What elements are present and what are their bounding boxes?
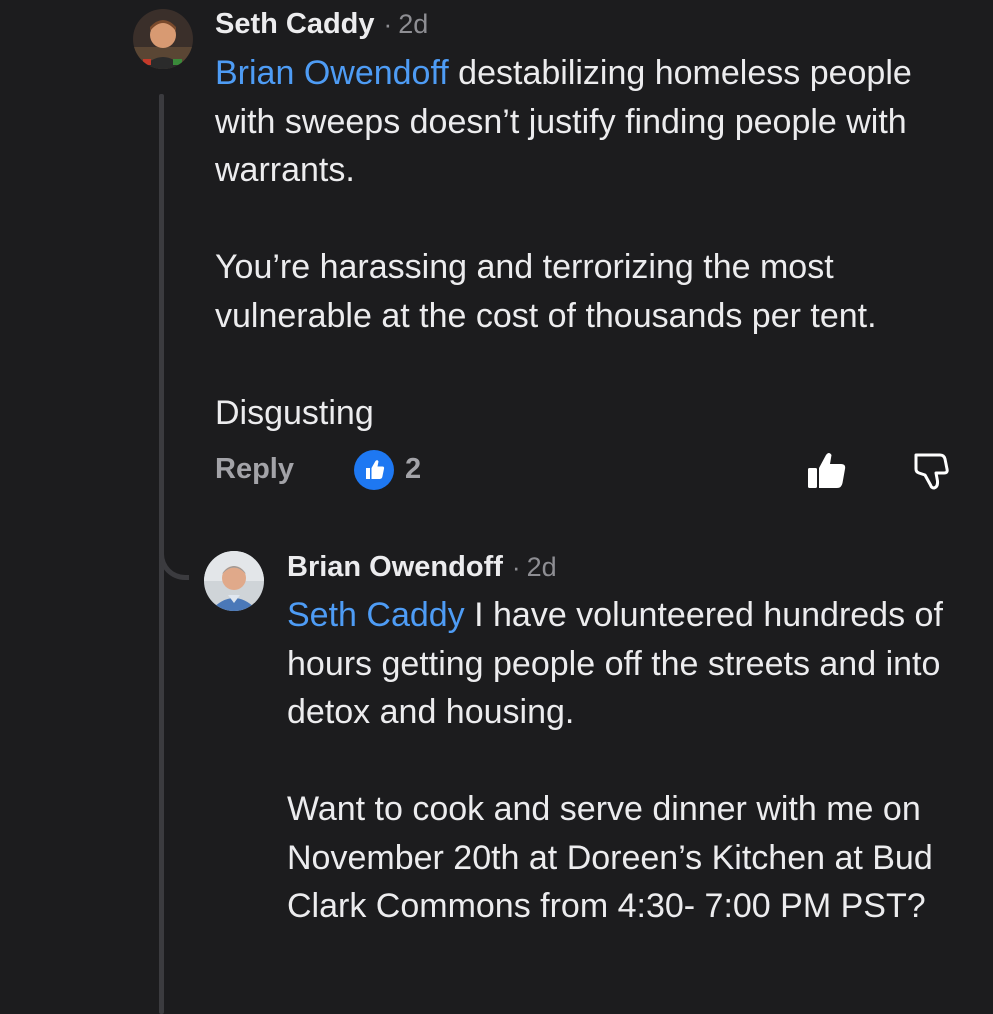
reply-button[interactable]: Reply (215, 453, 294, 486)
reaction-count[interactable]: 2 (405, 453, 421, 486)
timestamp: 2d (526, 552, 557, 582)
comment-header: Brian Owendoff · 2d (287, 551, 557, 584)
comment-body: destabilizing homeless people with sweep… (215, 54, 912, 432)
mention-link[interactable]: Brian Owendoff (215, 54, 449, 92)
avatar[interactable] (204, 551, 264, 611)
mention-link[interactable]: Seth Caddy (287, 596, 465, 634)
timestamp: 2d (398, 9, 429, 39)
comment-text: Seth Caddy I have volunteered hundreds o… (287, 591, 987, 931)
thumbs-up-outline-icon[interactable] (804, 450, 850, 492)
separator: · (383, 9, 393, 39)
thumbs-down-outline-icon[interactable] (910, 450, 954, 492)
separator: · (511, 552, 521, 582)
author-name[interactable]: Brian Owendoff (287, 551, 503, 584)
thumbs-up-icon[interactable] (354, 450, 394, 490)
author-name[interactable]: Seth Caddy (215, 8, 375, 41)
comment-text: Brian Owendoff destabilizing homeless pe… (215, 49, 975, 437)
avatar[interactable] (133, 9, 193, 69)
comment-body: I have volunteered hundreds of hours get… (287, 596, 943, 925)
comment-header: Seth Caddy · 2d (215, 8, 428, 41)
